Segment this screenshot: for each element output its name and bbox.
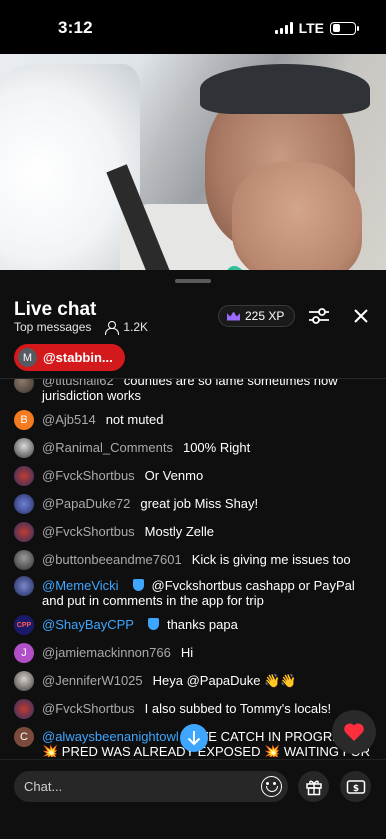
message-text: thanks papa: [166, 617, 238, 632]
user-avatar: [14, 379, 34, 393]
chat-message[interactable]: @FvckShortbus Or Venmo: [14, 466, 376, 486]
chat-message[interactable]: @MemeVicki @Fvckshortbus cashapp or PayPa…: [14, 576, 376, 608]
chat-message-list[interactable]: @titusnall62 counties are so lame sometim…: [0, 379, 386, 757]
user-avatar: [14, 522, 34, 542]
chat-settings-button[interactable]: [307, 305, 331, 327]
message-text: Or Venmo: [144, 468, 204, 483]
user-avatar: CPP: [14, 615, 34, 635]
message-text: 100% Right: [182, 440, 251, 455]
message-author: @PapaDuke72: [42, 496, 131, 511]
heart-icon: [344, 723, 364, 741]
status-bar: 3:12 LTE: [0, 0, 386, 54]
arrow-down-icon: [187, 731, 201, 746]
chat-message[interactable]: @buttonbeeandme7601 Kick is giving me iss…: [14, 550, 376, 570]
message-author: @JenniferW1025: [42, 673, 143, 688]
sliders-icon: [309, 308, 329, 324]
verified-badge-icon: [147, 618, 159, 630]
chat-message[interactable]: @Ranimal_Comments 100% Right: [14, 438, 376, 458]
chat-input-container[interactable]: [14, 771, 288, 802]
chat-message[interactable]: @JenniferW1025 Heya @PapaDuke 👋👋: [14, 671, 376, 691]
battery-icon: [330, 21, 359, 35]
chat-mode-selector[interactable]: Top messages 1.2K: [14, 320, 149, 335]
message-text: Heya @PapaDuke 👋👋: [152, 673, 297, 688]
status-indicators: LTE: [274, 20, 359, 36]
pinned-donation-chip[interactable]: M @stabbin...: [14, 344, 125, 371]
message-author: @MemeVicki: [42, 578, 119, 593]
message-author: @Ajb514: [42, 412, 96, 427]
message-author: @buttonbeeandme7601: [42, 552, 182, 567]
emoji-icon[interactable]: [261, 776, 282, 797]
pinned-avatar: M: [18, 348, 37, 367]
chat-title: Live chat: [14, 299, 97, 320]
chat-message[interactable]: @FvckShortbus Mostly Zelle: [14, 522, 376, 542]
message-author: @ShayBayCPP: [42, 617, 134, 632]
message-text: great job Miss Shay!: [140, 496, 259, 511]
user-avatar: [14, 671, 34, 691]
viewer-count: 1.2K: [123, 320, 149, 334]
user-avatar: [14, 550, 34, 570]
xp-badge[interactable]: 225 XP: [218, 305, 296, 327]
pinned-author: @stabbin...: [43, 350, 113, 365]
svg-text:$: $: [352, 784, 358, 794]
chat-message[interactable]: @titusnall62 counties are so lame sometim…: [14, 379, 376, 403]
close-icon: [354, 309, 368, 323]
user-avatar: [14, 466, 34, 486]
message-author: @titusnall62: [42, 379, 114, 388]
user-avatar: [14, 438, 34, 458]
crown-icon: [227, 311, 240, 321]
close-chat-button[interactable]: [350, 305, 372, 327]
signal-icon: [274, 22, 293, 34]
message-author: @FvckShortbus: [42, 524, 135, 539]
user-avatar: [14, 699, 34, 719]
chat-message[interactable]: @PapaDuke72 great job Miss Shay!: [14, 494, 376, 514]
user-avatar: [14, 494, 34, 514]
viewers-icon: [105, 321, 120, 335]
network-label: LTE: [298, 20, 324, 36]
xp-value: 225 XP: [245, 309, 285, 323]
message-author: @alwaysbeenanightowl: [42, 729, 179, 744]
gift-button[interactable]: [298, 771, 329, 802]
video-hand: [232, 162, 362, 270]
live-chat-panel: Live chat Top messages 1.2K 225 XP M @st…: [0, 270, 386, 839]
message-author: @FvckShortbus: [42, 468, 135, 483]
message-text: Mostly Zelle: [144, 524, 215, 539]
user-avatar: J: [14, 643, 34, 663]
chat-input[interactable]: [24, 771, 249, 802]
message-author: @FvckShortbus: [42, 701, 135, 716]
chat-message[interactable]: J @jamiemackinnon766 Hi: [14, 643, 376, 663]
drag-handle[interactable]: [175, 279, 211, 283]
live-video-player[interactable]: [0, 54, 386, 270]
message-text: Hi: [180, 645, 194, 660]
message-text: I also subbed to Tommy's locals!: [144, 701, 332, 716]
user-avatar: C: [14, 727, 34, 747]
verified-badge-icon: [132, 579, 144, 591]
chat-message[interactable]: @FvckShortbus I also subbed to Tommy's lo…: [14, 699, 376, 719]
chat-message[interactable]: CPP @ShayBayCPP thanks papa: [14, 615, 376, 635]
message-author: @Ranimal_Comments: [42, 440, 173, 455]
user-avatar: B: [14, 410, 34, 430]
gift-icon: [305, 780, 322, 795]
video-cap: [200, 64, 370, 114]
super-chat-button[interactable]: $: [340, 771, 371, 802]
chat-mode-label: Top messages: [14, 320, 92, 334]
like-reaction-button[interactable]: [332, 710, 376, 754]
user-avatar: [14, 576, 34, 596]
status-time: 3:12: [58, 18, 93, 37]
chat-input-bar: $: [0, 759, 386, 839]
message-text: not muted: [105, 412, 164, 427]
dollar-icon: $: [346, 779, 365, 794]
message-author: @jamiemackinnon766: [42, 645, 171, 660]
scroll-to-latest-button[interactable]: [180, 724, 208, 752]
message-text: Kick is giving me issues too: [191, 552, 351, 567]
chat-message[interactable]: B @Ajb514 not muted: [14, 410, 376, 430]
